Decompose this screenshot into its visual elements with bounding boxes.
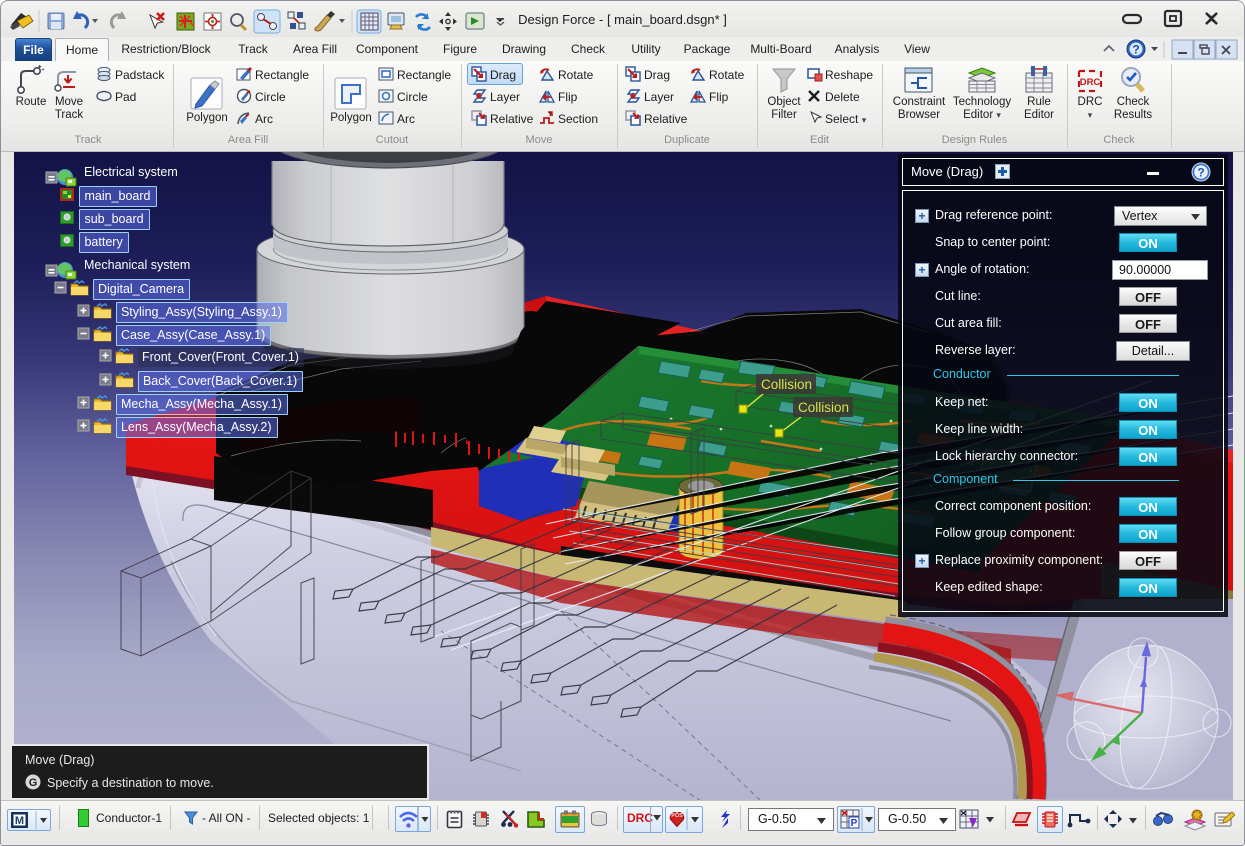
svg-text:Collision: Collision <box>761 377 812 392</box>
svg-text:?: ? <box>1132 43 1139 57</box>
svg-text:POS: POS <box>671 813 683 819</box>
svg-text:P: P <box>851 818 858 829</box>
svg-text:DRC: DRC <box>1080 77 1101 88</box>
svg-text:Collision: Collision <box>798 400 849 415</box>
svg-text:?: ? <box>1197 166 1204 180</box>
svg-text:M: M <box>15 815 24 827</box>
svg-text:G: G <box>29 777 38 789</box>
